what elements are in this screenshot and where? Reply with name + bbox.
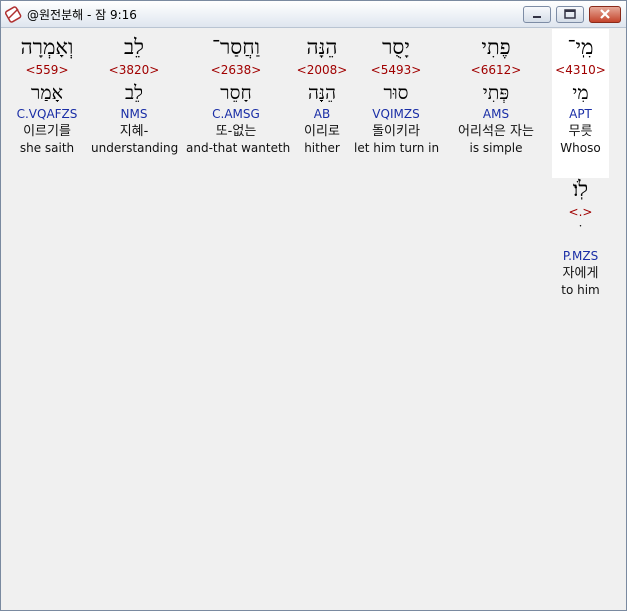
minimize-button[interactable] <box>523 6 551 23</box>
hebrew-lemma: מִי <box>572 82 589 104</box>
hebrew-word: וַחֲסַר־ <box>211 35 261 59</box>
close-button[interactable] <box>589 6 621 23</box>
strong-number: <2008> <box>296 63 348 77</box>
title-bar[interactable]: @원전분해 - 잠 9:16 <box>1 1 626 28</box>
korean-gloss: 이리로 <box>304 124 340 139</box>
hebrew-word: מִֽי־ <box>567 35 594 59</box>
hebrew-lemma: פְּתִי <box>482 82 510 104</box>
word-column-1[interactable]: מִֽי־ <4310> מִי APT 무릇 Whoso <box>552 29 609 178</box>
hebrew-word: וְאָמְרָה <box>20 35 74 59</box>
hebrew-lemma: אָמַר <box>31 82 63 104</box>
minimize-icon <box>524 7 550 22</box>
strong-number: <6612> <box>470 63 522 77</box>
korean-gloss: 지혜- <box>119 124 149 139</box>
korean-gloss: 이르기를 <box>23 124 71 139</box>
word-column-4[interactable]: הֵנָּה <2008> הֵנָּה AB 이리로 hither <box>294 29 350 155</box>
morphology-code: NMS <box>120 107 148 121</box>
korean-gloss: 자에게 <box>562 266 599 281</box>
interlinear-panel: מִֽי־ <4310> מִי APT 무릇 Whoso פֶתִי <661… <box>3 29 624 608</box>
english-gloss: understanding <box>91 141 179 155</box>
app-icon <box>4 5 23 23</box>
hebrew-word: לֹֽו׃ <box>572 177 589 201</box>
english-gloss: and-that wanteth <box>186 141 291 155</box>
word-column-2[interactable]: פֶתִי <6612> פְּתִי AMS 어리석은 자는 is simpl… <box>443 29 549 155</box>
strong-number: <5493> <box>370 63 422 77</box>
morphology-code: VQIMZS <box>372 107 420 121</box>
morphology-code: AB <box>313 107 331 121</box>
hebrew-lemma: חָסֵר <box>220 82 252 104</box>
window-title: @원전분해 - 잠 9:16 <box>27 8 137 22</box>
korean-gloss: 무릇 <box>568 124 593 139</box>
hebrew-lemma: ׄ <box>552 223 609 249</box>
korean-gloss: 어리석은 자는 <box>458 124 534 139</box>
app-window: @원전분해 - 잠 9:16 מִֽי־ <4310> מִי APT 무릇 W… <box>0 0 627 611</box>
hebrew-word: פֶתִי <box>481 35 511 59</box>
morphology-code: C.AMSG <box>212 107 260 121</box>
strong-number: <4310> <box>555 63 606 77</box>
word-column-3[interactable]: יָסֻר <5493> סוּר VQIMZS 돌이키라 let him tu… <box>354 29 440 155</box>
word-column-7[interactable]: וְאָמְרָה <559> אָמַר C.VQAFZS 이르기를 she … <box>9 29 85 155</box>
morphology-code: AMS <box>482 107 510 121</box>
english-gloss: is simple <box>469 141 523 155</box>
hebrew-word: יָסֻר <box>382 35 410 59</box>
english-gloss: hither <box>304 141 340 155</box>
english-gloss: to him <box>561 283 600 297</box>
maximize-button[interactable] <box>556 6 584 23</box>
word-column-6[interactable]: לֵב <3820> לֵב NMS 지혜- understanding <box>91 29 179 155</box>
strong-number: <3820> <box>108 63 160 77</box>
english-gloss: Whoso <box>560 141 601 155</box>
hebrew-lemma: הֵנָּה <box>307 82 337 104</box>
word-column-5[interactable]: וַחֲסַר־ <2638> חָסֵר C.AMSG 또-없는 and-th… <box>186 29 291 155</box>
hebrew-word: לֵב <box>124 35 144 59</box>
strong-number: <.> <box>568 205 593 219</box>
morphology-code: C.VQAFZS <box>16 107 78 121</box>
morphology-code: P.MZS <box>562 249 599 263</box>
korean-gloss: 또-없는 <box>215 124 257 139</box>
english-gloss: she saith <box>19 141 75 155</box>
strong-number: <2638> <box>210 63 262 77</box>
word-column-8[interactable]: לֹֽו׃ <.> ׄ P.MZS 자에게 to him <box>552 175 609 297</box>
maximize-icon <box>557 7 583 22</box>
strong-number: <559> <box>25 63 69 77</box>
korean-gloss: 돌이키라 <box>372 124 420 139</box>
hebrew-lemma: לֵב <box>124 82 144 104</box>
morphology-code: APT <box>569 107 592 121</box>
close-icon <box>590 7 620 22</box>
hebrew-lemma: סוּר <box>383 82 409 104</box>
hebrew-word: הֵנָּה <box>306 35 338 59</box>
english-gloss: let him turn in <box>354 141 440 155</box>
